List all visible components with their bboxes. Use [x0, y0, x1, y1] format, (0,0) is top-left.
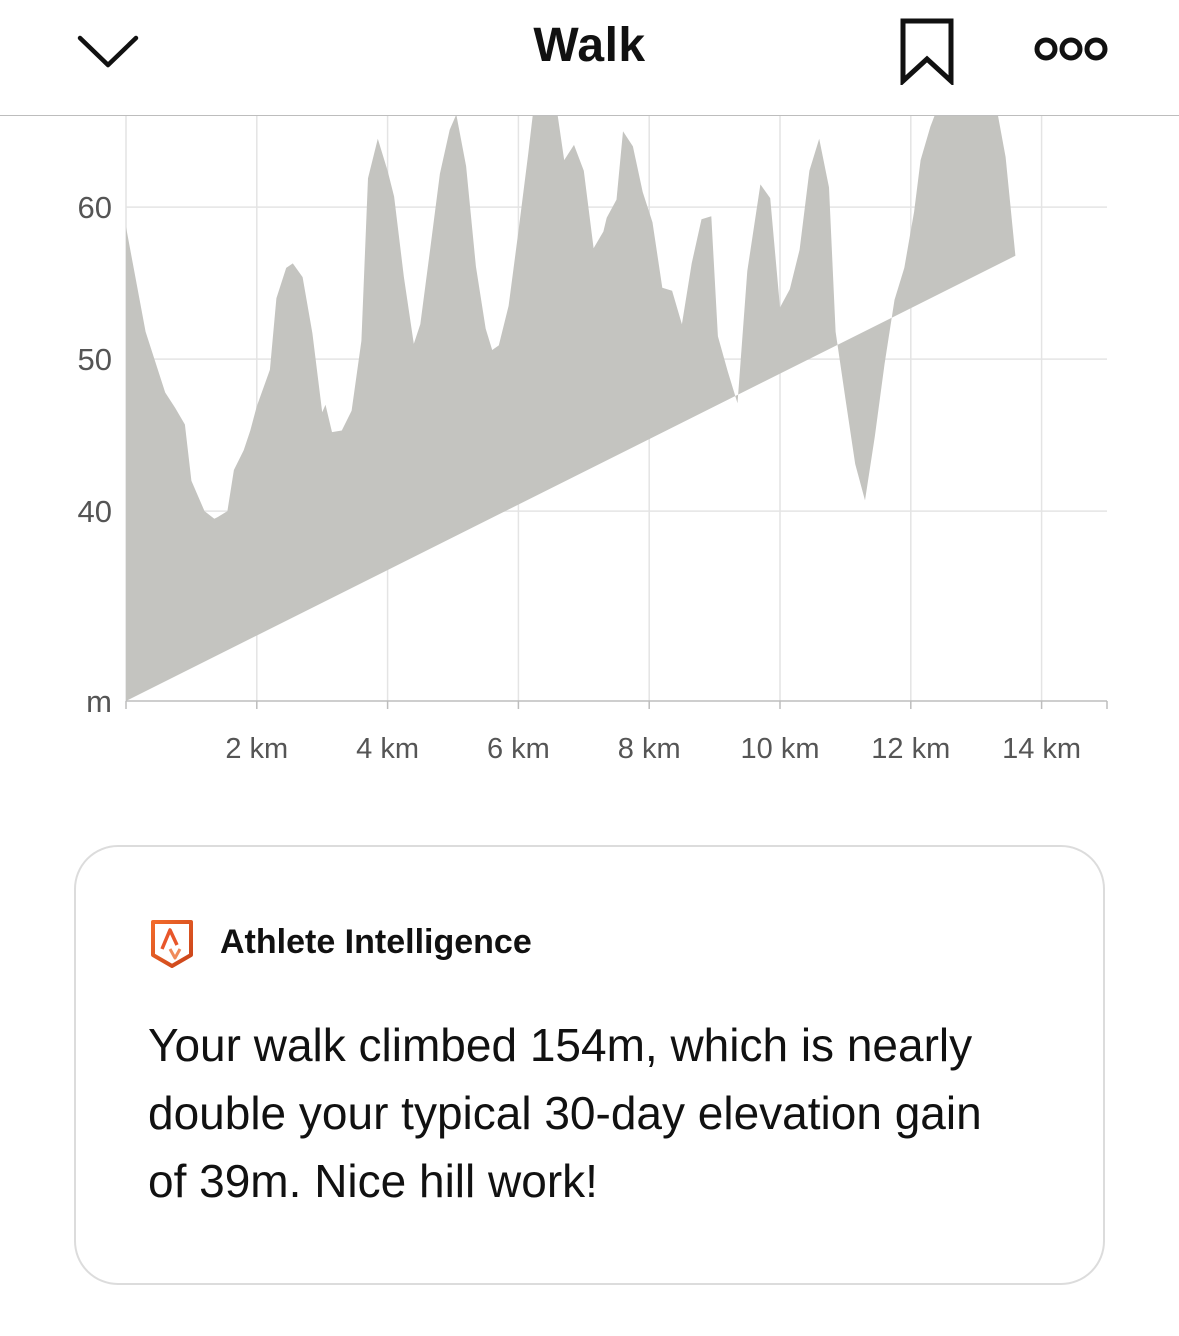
y-tick-label-2: 40: [78, 494, 112, 529]
page-title: Walk: [533, 19, 646, 72]
x-tick-label-2: 6 km: [487, 733, 550, 765]
elevation-chart-svg: 60 50 40 m 2 km 4 km 6 km 8 km 10 km 12 km 14 km: [78, 116, 1108, 765]
more-dots-icon: [1034, 37, 1108, 61]
x-tick-label-4: 10 km: [741, 733, 820, 765]
y-unit-label: m: [86, 684, 112, 719]
card-message: Your walk climbed 154m, which is nearly …: [148, 1019, 982, 1207]
card-title: Athlete Intelligence: [220, 923, 532, 961]
more-options-button[interactable]: [1026, 24, 1116, 74]
bookmark-icon: [900, 18, 954, 85]
x-tick-label-0: 2 km: [225, 733, 288, 765]
y-tick-label-0: 60: [78, 190, 112, 225]
strava-logo-icon: [151, 920, 193, 968]
x-tick-label-1: 4 km: [356, 733, 419, 765]
x-tick-label-6: 14 km: [1002, 733, 1081, 765]
elevation-area: [126, 116, 1016, 701]
y-tick-label-1: 50: [78, 342, 112, 377]
x-tick-label-3: 8 km: [618, 733, 681, 765]
top-bar: Walk: [0, 0, 1179, 116]
bookmark-button[interactable]: [892, 14, 962, 88]
athlete-intelligence-card[interactable]: Athlete Intelligence Your walk climbed 1…: [74, 845, 1105, 1285]
elevation-chart: 60 50 40 m 2 km 4 km 6 km 8 km 10 km 12 km 14 km: [0, 116, 1179, 796]
x-tick-label-5: 12 km: [871, 733, 950, 765]
